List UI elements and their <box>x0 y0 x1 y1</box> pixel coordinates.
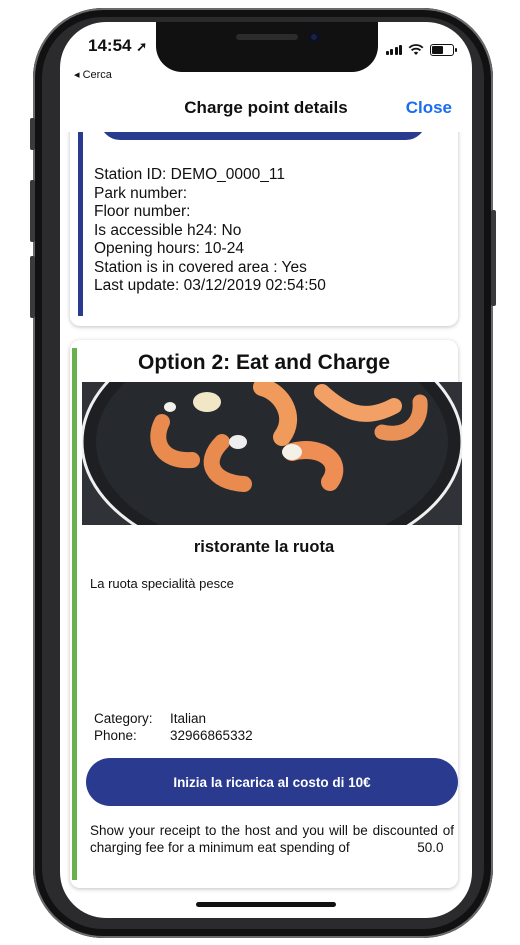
opening-hours: Opening hours: 10-24 <box>94 240 244 257</box>
status-icons <box>385 44 457 56</box>
eat-and-charge-card: Option 2: Eat and Charge ristorante la r… <box>70 340 462 888</box>
restaurant-description: La ruota specialità pesce <box>90 576 234 591</box>
status-time: 14:54 ➚ <box>88 36 147 56</box>
wifi-icon <box>408 44 424 55</box>
status-time-text: 14:54 <box>88 36 132 55</box>
close-button[interactable]: Close <box>406 98 452 118</box>
phone-label: Phone: <box>94 728 137 743</box>
start-charging-button[interactable]: Inizia la ricarica al costo di 10€ <box>86 758 458 806</box>
power-button <box>491 210 496 306</box>
restaurant-meta: Category: Italian Phone: 32966865332 <box>94 710 253 744</box>
last-update: Last update: 03/12/2019 02:54:50 <box>94 277 326 294</box>
accessible-h24: Is accessible h24: No <box>94 221 242 239</box>
station-id: Station ID: DEMO_0000_11 <box>94 166 285 183</box>
phone-value[interactable]: 32966865332 <box>170 727 253 744</box>
station-info-card: Station ID: DEMO_0000_11 Park number: Fl… <box>70 132 458 326</box>
speaker <box>236 34 298 40</box>
back-to-search-link[interactable]: ◂ Cerca <box>74 68 112 81</box>
restaurant-name: ristorante la ruota <box>193 538 335 556</box>
floor-number: Floor number: <box>94 203 191 220</box>
min-spend-value: 50.0 <box>417 839 444 855</box>
front-camera <box>308 31 320 43</box>
location-arrow-icon: ➚ <box>136 39 148 54</box>
navigation-bar: Charge point details Close <box>60 94 472 134</box>
home-indicator[interactable] <box>196 902 336 907</box>
cellular-signal-icon <box>385 45 402 55</box>
category-label: Category: <box>94 711 153 726</box>
option-title: Option 2: Eat and Charge <box>137 351 391 374</box>
park-number: Park number: <box>94 184 188 202</box>
discount-note-text: Show your receipt to the host and you wi… <box>90 823 454 855</box>
battery-icon <box>430 44 457 56</box>
category-value: Italian <box>170 711 207 726</box>
covered-area: Station is in covered area : Yes <box>94 258 307 276</box>
volume-up-button <box>30 180 35 242</box>
restaurant-photo <box>82 382 462 525</box>
station-info-list: Station ID: DEMO_0000_11 Park number: Fl… <box>94 166 326 296</box>
discount-note: Show your receipt to the host and you wi… <box>90 823 454 856</box>
card-accent-bar <box>78 132 83 316</box>
station-action-button[interactable] <box>100 132 426 140</box>
volume-down-button <box>30 256 35 318</box>
scroll-content[interactable]: Station ID: DEMO_0000_11 Park number: Fl… <box>60 132 472 918</box>
card-accent-bar <box>72 348 77 880</box>
screen: 14:54 ➚ ◂ Cerca Charge point details Clo… <box>60 22 472 918</box>
notch <box>156 22 378 72</box>
silent-switch <box>30 118 35 150</box>
